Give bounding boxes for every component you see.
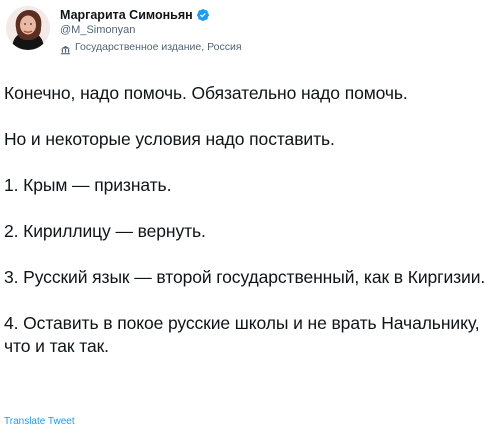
tweet-text: Конечно, надо помочь. Обязательно надо п… <box>4 82 496 358</box>
tweet-paragraph: 2. Кириллицу — вернуть. <box>4 221 206 241</box>
tweet-header: Маргарита Симоньян @M_Simonyan Государст… <box>6 6 242 56</box>
display-name[interactable]: Маргарита Симоньян <box>60 8 193 22</box>
verified-badge-icon <box>196 8 210 22</box>
tweet: Маргарита Симоньян @M_Simonyan Государст… <box>0 0 500 440</box>
state-media-label-text: Государственное издание, Россия <box>75 41 242 53</box>
avatar[interactable] <box>6 6 50 50</box>
avatar-image <box>6 6 50 50</box>
name-row: Маргарита Симоньян <box>60 6 242 23</box>
tweet-paragraph: 1. Крым — признать. <box>4 175 172 195</box>
state-media-label[interactable]: Государственное издание, Россия <box>60 40 242 54</box>
tweet-paragraph: Но и некоторые условия надо поставить. <box>4 129 335 149</box>
tweet-paragraph: 3. Русский язык — второй государственный… <box>4 267 486 287</box>
translate-tweet-link[interactable]: Translate Tweet <box>4 416 75 427</box>
author-meta: Маргарита Симоньян @M_Simonyan Государст… <box>60 6 242 54</box>
handle[interactable]: @M_Simonyan <box>60 24 242 38</box>
state-media-icon <box>60 42 71 54</box>
tweet-paragraph: Конечно, надо помочь. Обязательно надо п… <box>4 83 408 103</box>
tweet-paragraph: 4. Оставить в покое русские школы и не в… <box>4 313 485 356</box>
